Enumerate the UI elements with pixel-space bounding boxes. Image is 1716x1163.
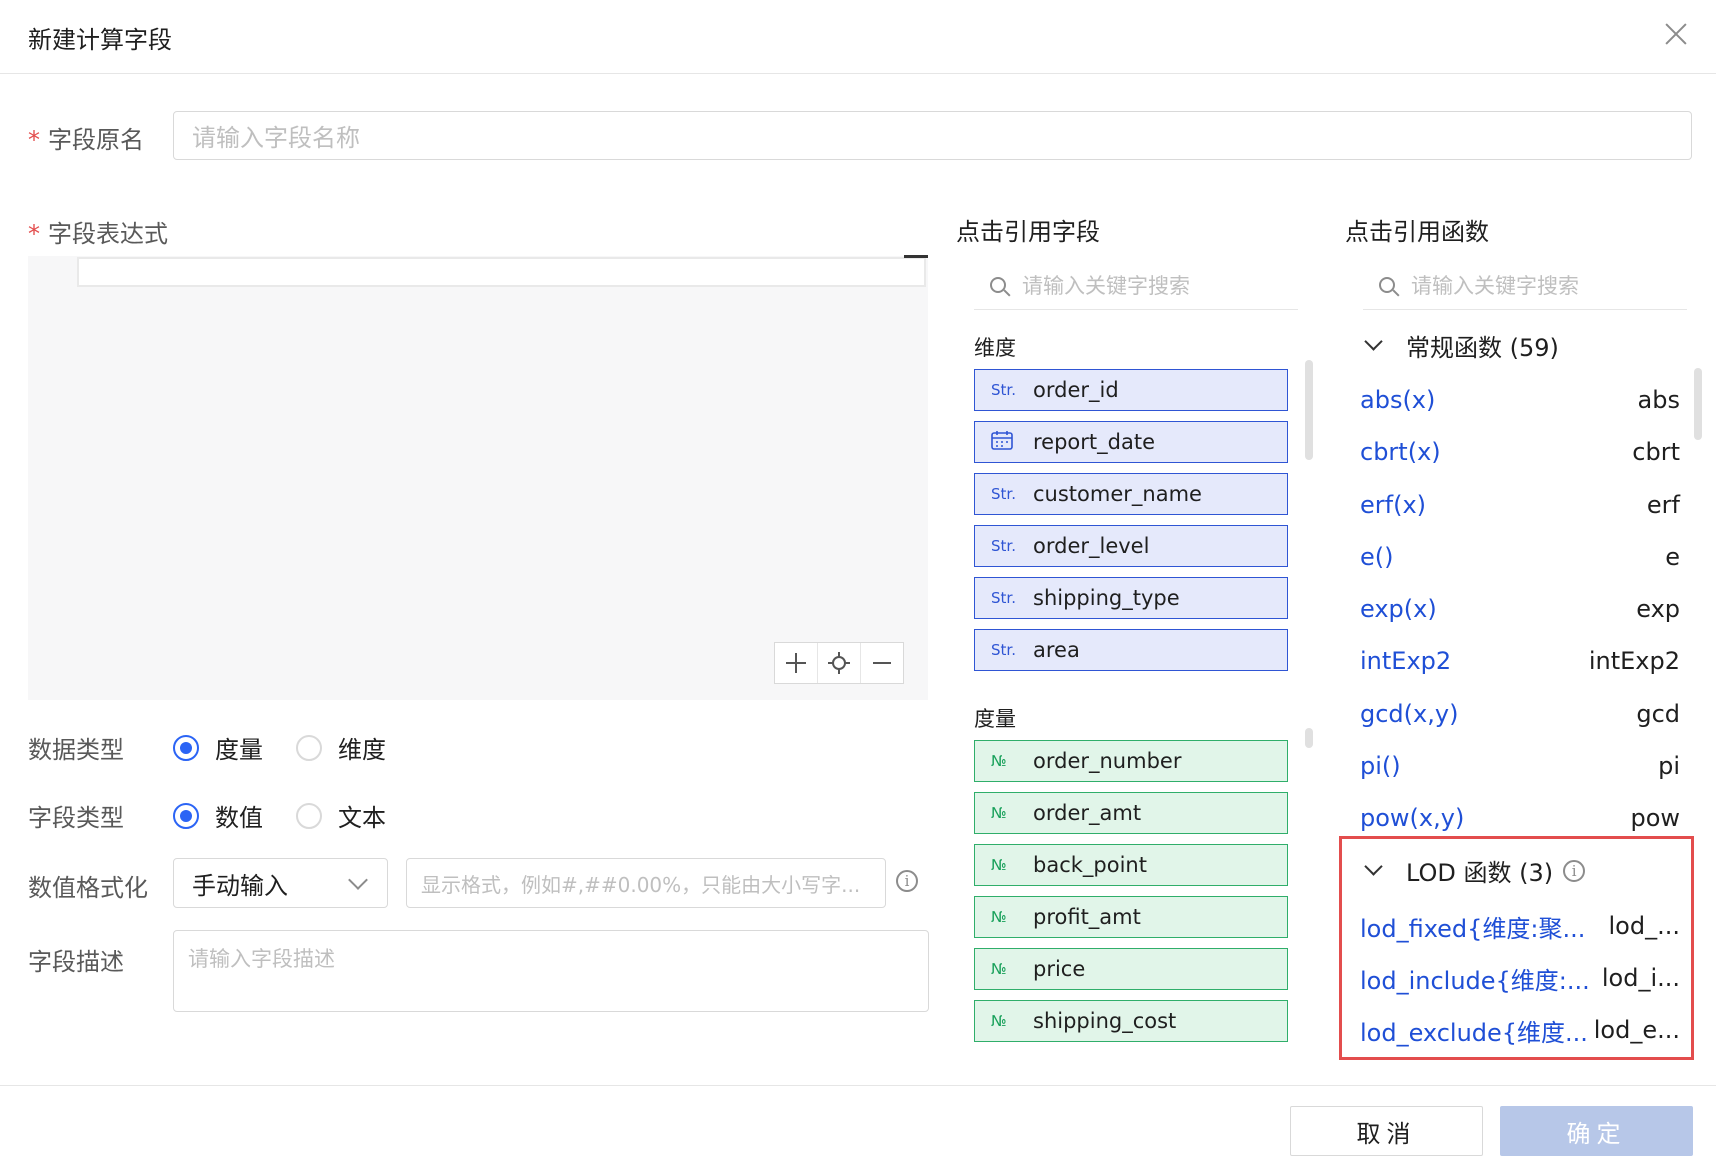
function-item-intexp2[interactable]: intExp2 intExp2 xyxy=(1360,641,1680,681)
string-type-icon: Str. xyxy=(991,381,1016,399)
field-item-report-date[interactable]: report_date xyxy=(974,421,1288,463)
chevron-down-icon xyxy=(1364,332,1383,351)
editor-zoom-controls xyxy=(774,642,904,684)
measure-scrollbar[interactable] xyxy=(1305,728,1313,748)
field-name-input[interactable]: 请输入字段名称 xyxy=(173,111,1692,160)
search-icon xyxy=(990,276,1006,293)
function-item-cbrt[interactable]: cbrt(x) cbrt xyxy=(1360,432,1680,472)
zoom-in-button[interactable] xyxy=(775,643,818,683)
chevron-down-icon xyxy=(348,870,368,890)
number-type-icon: № xyxy=(991,856,1007,874)
dimension-group-title: 维度 xyxy=(974,336,1016,360)
calendar-icon xyxy=(991,430,1025,454)
field-item-shipping-cost[interactable]: № shipping_cost xyxy=(974,1000,1288,1042)
function-item-abs[interactable]: abs(x) abs xyxy=(1360,380,1680,420)
dialog-title: 新建计算字段 xyxy=(28,26,172,54)
field-name-label: * 字段原名 xyxy=(28,126,144,154)
dialog-header xyxy=(0,0,1716,74)
string-type-icon: Str. xyxy=(991,589,1016,607)
number-format-select[interactable]: 手动输入 xyxy=(173,858,388,908)
number-format-placeholder: 显示格式，例如#,##0.00%，只能由大小写字... xyxy=(421,872,861,897)
functions-scrollbar[interactable] xyxy=(1694,368,1702,440)
number-format-label: 数值格式化 xyxy=(28,874,148,902)
data-type-label: 数据类型 xyxy=(28,736,124,764)
zoom-out-button[interactable] xyxy=(861,643,903,683)
data-type-option-dimension[interactable]: 维度 xyxy=(296,730,386,765)
field-item-order-id[interactable]: Str. order_id xyxy=(974,369,1288,411)
editor-collapse-mark[interactable] xyxy=(904,255,928,258)
crosshair-icon xyxy=(828,652,850,674)
function-item-pow[interactable]: pow(x,y) pow xyxy=(1360,798,1680,838)
field-item-back-point[interactable]: № back_point xyxy=(974,844,1288,886)
function-item-e[interactable]: e() e xyxy=(1360,537,1680,577)
radio-unchecked-icon xyxy=(296,734,322,761)
required-mark: * xyxy=(28,126,40,154)
data-type-option-measure[interactable]: 度量 xyxy=(173,730,263,765)
measure-group-title: 度量 xyxy=(974,707,1016,731)
description-label: 字段描述 xyxy=(28,948,124,976)
description-textarea[interactable]: 请输入字段描述 xyxy=(173,930,929,1012)
required-mark: * xyxy=(28,220,40,248)
function-item-erf[interactable]: erf(x) erf xyxy=(1360,485,1680,525)
field-item-area[interactable]: Str. area xyxy=(974,629,1288,671)
radio-unchecked-icon xyxy=(296,802,322,829)
locate-button[interactable] xyxy=(818,643,861,683)
info-icon[interactable]: i xyxy=(896,870,918,892)
functions-search-input[interactable]: 请输入关键字搜索 xyxy=(1363,260,1687,310)
description-placeholder: 请输入字段描述 xyxy=(188,947,335,971)
number-format-select-value: 手动输入 xyxy=(192,871,288,900)
field-item-profit-amt[interactable]: № profit_amt xyxy=(974,896,1288,938)
radio-checked-icon xyxy=(173,802,199,829)
minus-icon xyxy=(873,662,891,664)
number-format-input[interactable]: 显示格式，例如#,##0.00%，只能由大小写字... xyxy=(406,858,886,908)
close-icon[interactable] xyxy=(1664,22,1688,46)
confirm-button[interactable]: 确定 xyxy=(1500,1106,1693,1156)
fields-panel-title: 点击引用字段 xyxy=(956,218,1100,246)
cancel-button[interactable]: 取消 xyxy=(1290,1106,1483,1156)
radio-checked-icon xyxy=(173,734,199,761)
functions-panel-title: 点击引用函数 xyxy=(1345,218,1489,246)
plus-icon xyxy=(786,653,806,673)
expression-editor-line[interactable] xyxy=(77,257,926,287)
field-item-order-level[interactable]: Str. order_level xyxy=(974,525,1288,567)
dimension-scrollbar[interactable] xyxy=(1305,360,1313,460)
field-item-price[interactable]: № price xyxy=(974,948,1288,990)
string-type-icon: Str. xyxy=(991,485,1016,503)
search-icon xyxy=(1379,276,1395,293)
string-type-icon: Str. xyxy=(991,641,1016,659)
field-name-placeholder: 请输入字段名称 xyxy=(192,124,360,152)
field-item-order-number[interactable]: № order_number xyxy=(974,740,1288,782)
field-type-label: 字段类型 xyxy=(28,804,124,832)
number-type-icon: № xyxy=(991,1012,1007,1030)
expression-label: * 字段表达式 xyxy=(28,220,168,248)
number-type-icon: № xyxy=(991,804,1007,822)
expression-editor[interactable] xyxy=(28,256,928,700)
field-item-customer-name[interactable]: Str. customer_name xyxy=(974,473,1288,515)
field-type-option-number[interactable]: 数值 xyxy=(173,798,263,833)
function-item-gcd[interactable]: gcd(x,y) gcd xyxy=(1360,694,1680,734)
field-item-order-amt[interactable]: № order_amt xyxy=(974,792,1288,834)
string-type-icon: Str. xyxy=(991,537,1016,555)
field-type-option-text[interactable]: 文本 xyxy=(296,798,386,833)
number-type-icon: № xyxy=(991,908,1007,926)
regular-functions-group[interactable]: 常规函数 (59) xyxy=(1363,328,1559,363)
number-type-icon: № xyxy=(991,752,1007,770)
function-item-exp[interactable]: exp(x) exp xyxy=(1360,589,1680,629)
number-type-icon: № xyxy=(991,960,1007,978)
lod-highlight-box xyxy=(1339,836,1694,1060)
fields-search-input[interactable]: 请输入关键字搜索 xyxy=(974,260,1298,310)
function-item-pi[interactable]: pi() pi xyxy=(1360,746,1680,786)
field-item-shipping-type[interactable]: Str. shipping_type xyxy=(974,577,1288,619)
